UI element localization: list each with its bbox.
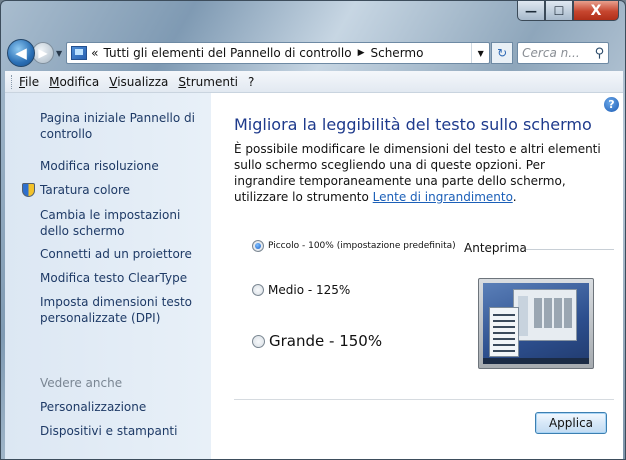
option-small-label: Piccolo - 100% (impostazione predefinita… <box>268 241 456 251</box>
radio-small[interactable] <box>252 240 264 252</box>
search-input[interactable]: Cerca n... <box>522 46 580 60</box>
control-panel-window: — ☐ X ◀ ▶ ▼ « Tutti gli elementi del Pan… <box>0 0 626 460</box>
recent-pages-dropdown[interactable]: ▼ <box>56 49 62 58</box>
magnifier-link[interactable]: Lente di ingrandimento <box>373 190 513 204</box>
preview-monitor <box>478 278 594 369</box>
preview-window-front <box>489 307 519 357</box>
sidebar-link-home[interactable]: Pagina iniziale Pannello di controllo <box>40 110 208 142</box>
preview-window-back <box>513 289 577 341</box>
forward-arrow-icon: ▶ <box>38 46 48 60</box>
preview-screen <box>483 283 589 364</box>
option-large[interactable]: Grande - 150% <box>252 332 382 350</box>
preview-label: Anteprima <box>464 241 527 255</box>
preview-divider <box>526 249 614 250</box>
breadcrumb-separator-icon[interactable]: ▶ <box>358 48 365 58</box>
forward-button[interactable]: ▶ <box>32 42 54 64</box>
shield-icon <box>22 183 35 197</box>
sidebar-link-resolution[interactable]: Modifica risoluzione <box>40 158 208 174</box>
refresh-button[interactable]: ↻ <box>491 42 514 64</box>
description-end: . <box>512 190 517 204</box>
sidebar-link-devices-printers[interactable]: Dispositivi e stampanti <box>40 423 208 439</box>
close-button[interactable]: X <box>573 1 619 21</box>
address-prefix: « <box>91 46 99 60</box>
task-sidebar: Pagina iniziale Pannello di controllo Mo… <box>5 93 211 459</box>
search-box[interactable]: Cerca n... ⚲ <box>517 42 610 64</box>
preview-taskbar <box>483 358 589 364</box>
sidebar-link-cleartype[interactable]: Modifica testo ClearType <box>40 270 208 286</box>
page-title: Migliora la leggibilità del testo sullo … <box>234 115 592 134</box>
maximize-button[interactable]: ☐ <box>545 1 573 21</box>
sidebar-link-custom-dpi[interactable]: Imposta dimensioni testo personalizzate … <box>40 294 208 326</box>
apply-button[interactable]: Applica <box>535 412 607 434</box>
search-icon[interactable]: ⚲ <box>595 46 605 61</box>
main-content: ? Migliora la leggibilità del testo sull… <box>211 93 623 459</box>
option-small[interactable]: Piccolo - 100% (impostazione predefinita… <box>252 240 456 252</box>
menu-grip <box>11 74 13 89</box>
menu-file[interactable]: File <box>19 75 39 89</box>
back-button[interactable]: ◀ <box>7 39 35 67</box>
sidebar-link-personalization[interactable]: Personalizzazione <box>40 399 208 415</box>
sidebar-link-color-calibration[interactable]: Taratura colore <box>40 182 208 198</box>
refresh-icon: ↻ <box>497 46 508 60</box>
preview-grid <box>534 298 574 328</box>
menu-strumenti[interactable]: Strumenti <box>178 75 238 89</box>
address-dropdown-icon[interactable]: ▼ <box>471 43 489 63</box>
breadcrumb-all-items[interactable]: Tutti gli elementi del Pannello di contr… <box>104 46 352 60</box>
menu-bar: File Modifica Visualizza Strumenti ? <box>5 71 623 93</box>
sidebar-link-display-settings[interactable]: Cambia le impostazioni dello schermo <box>40 207 208 239</box>
option-medium[interactable]: Medio - 125% <box>252 283 350 297</box>
menu-help[interactable]: ? <box>248 75 254 89</box>
sidebar-link-projector[interactable]: Connetti ad un proiettore <box>40 246 208 262</box>
breadcrumb-schermo[interactable]: Schermo <box>370 46 423 60</box>
option-large-label: Grande - 150% <box>269 332 383 350</box>
help-icon[interactable]: ? <box>604 97 619 112</box>
navigation-bar: ◀ ▶ ▼ « Tutti gli elementi del Pannello … <box>7 39 621 67</box>
control-panel-icon <box>71 46 88 60</box>
option-medium-label: Medio - 125% <box>268 283 351 297</box>
back-arrow-icon: ◀ <box>15 44 27 62</box>
content-divider <box>234 399 614 400</box>
minimize-button[interactable]: — <box>517 1 545 21</box>
radio-medium[interactable] <box>252 284 264 296</box>
menu-visualizza[interactable]: Visualizza <box>109 75 168 89</box>
see-also-heading: Vedere anche <box>40 376 123 390</box>
menu-modifica[interactable]: Modifica <box>49 75 99 89</box>
page-description: È possibile modificare le dimensioni del… <box>234 141 609 205</box>
caption-buttons: — ☐ X <box>517 1 619 22</box>
radio-large[interactable] <box>252 334 265 348</box>
address-bar[interactable]: « Tutti gli elementi del Pannello di con… <box>66 42 491 64</box>
